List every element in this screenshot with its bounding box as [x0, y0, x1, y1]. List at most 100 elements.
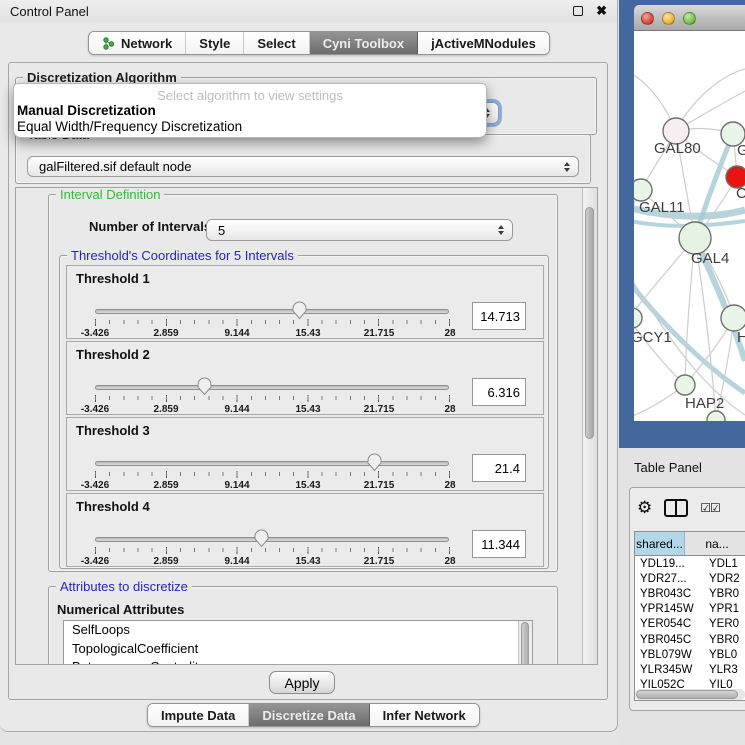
tick-label: 28 [444, 404, 455, 415]
tab-label: Style [199, 36, 230, 51]
network-node[interactable] [634, 308, 642, 328]
cell-name: YBR0 [705, 588, 739, 600]
tick-label: 28 [444, 480, 455, 491]
threshold-slider[interactable]: -3.426 2.859 9.144 15.43 21.715 28 [95, 385, 449, 390]
slider-thumb[interactable] [366, 453, 383, 472]
number-of-intervals-combobox[interactable]: 5 [206, 219, 513, 241]
threshold-slider[interactable]: -3.426 2.859 9.144 15.43 21.715 28 [95, 461, 449, 466]
tab-select[interactable]: Select [244, 32, 309, 54]
tick-label: 9.144 [224, 328, 249, 339]
threshold-value-field[interactable]: 21.4 [472, 454, 526, 482]
table-row[interactable]: YDL19... YDL1 [635, 556, 745, 571]
attributes-list-scrollbar[interactable] [518, 621, 532, 665]
slider-thumb[interactable] [196, 377, 213, 396]
select-columns-checkboxes-icon[interactable]: ☑☑ [700, 501, 720, 515]
tab-discretize-data[interactable]: Discretize Data [249, 704, 369, 726]
table-data-combobox[interactable]: galFiltered.sif default node [27, 156, 579, 177]
attribute-list-item[interactable]: BetweennessCentrality [64, 658, 532, 665]
table-body: YDL19... YDL1 YDR27... YDR2 YBR043C YBR0… [635, 556, 745, 693]
tick-label: 2.859 [153, 404, 178, 415]
minimize-traffic-light-icon[interactable] [662, 12, 675, 25]
columns-icon[interactable] [664, 499, 688, 517]
cell-shared-name: YPR145W [635, 603, 705, 615]
settings-vertical-scrollbar[interactable] [582, 188, 597, 664]
slider-tick-labels: -3.426 2.859 9.144 15.43 21.715 28 [95, 404, 450, 415]
cyni-toolbox-panel: Discretization Algorithm Select algorith… [8, 62, 608, 700]
slider-track[interactable] [95, 309, 449, 314]
thresholds-group: Threshold's Coordinates for 5 Intervals … [59, 255, 549, 569]
threshold-label: Threshold 3 [76, 423, 150, 438]
tab-impute-data[interactable]: Impute Data [148, 704, 249, 726]
interval-definition-group: Interval Definition Number of Intervals … [48, 194, 558, 572]
table-panel-title: Table Panel [634, 460, 702, 475]
table-row[interactable]: YBR045C YBR0 [635, 632, 745, 647]
table-horizontal-scrollbar[interactable] [635, 689, 745, 700]
close-traffic-light-icon[interactable] [641, 12, 654, 25]
column-header-name[interactable]: na... [685, 532, 745, 555]
network-node[interactable] [721, 305, 745, 331]
table-row[interactable]: YPR145W YPR1 [635, 602, 745, 617]
threshold-slider[interactable]: -3.426 2.859 9.144 15.43 21.715 28 [95, 309, 449, 314]
slider-track[interactable] [95, 461, 449, 466]
attribute-list-item[interactable]: SelfLoops [64, 621, 532, 640]
slider-thumb[interactable] [253, 529, 270, 548]
cell-shared-name: YDR27... [635, 573, 705, 585]
slider-minor-ticks [95, 548, 450, 552]
cell-shared-name: YDL19... [635, 558, 705, 570]
threshold-value-field[interactable]: 6.316 [472, 378, 526, 406]
attribute-list-item[interactable]: TopologicalCoefficient [64, 640, 532, 659]
network-node[interactable] [634, 179, 652, 201]
threshold-slider[interactable]: -3.426 2.859 9.144 15.43 21.715 28 [95, 537, 449, 542]
threshold-panel: Threshold 4 -3.426 [66, 493, 544, 567]
tab-cyni-toolbox[interactable]: Cyni Toolbox [310, 32, 418, 54]
network-node-label: GAL11 [639, 199, 685, 216]
network-canvas[interactable]: GAL80GACGAL11GAL4GCY1HHAP2 [634, 31, 745, 421]
tab-jactivemnodules[interactable]: jActiveMNodules [418, 32, 549, 54]
table-row[interactable]: YBL079W YBL0 [635, 647, 745, 662]
column-header-shared[interactable]: shared... [635, 532, 685, 555]
float-window-icon[interactable] [573, 6, 583, 16]
apply-button[interactable]: Apply [269, 671, 335, 694]
popup-item-equal-width-frequency[interactable]: Equal Width/Frequency Discretization [14, 119, 486, 135]
table-row[interactable]: YLR345W YLR3 [635, 662, 745, 677]
slider-thumb[interactable] [291, 301, 308, 320]
threshold-value-field[interactable]: 14.713 [472, 302, 526, 330]
table-row[interactable]: YDR27... YDR2 [635, 571, 745, 586]
network-node[interactable] [675, 375, 695, 395]
tick-label: 15.43 [295, 328, 320, 339]
tab-label: Select [257, 36, 295, 51]
slider-track[interactable] [95, 385, 449, 390]
tab-label: Discretize Data [262, 708, 355, 723]
algorithm-dropdown-popup: Select algorithm to view settings Manual… [13, 83, 487, 138]
close-icon[interactable]: ✖ [596, 6, 607, 16]
slider-minor-ticks [95, 396, 450, 400]
table-row[interactable]: YBR043C YBR0 [635, 586, 745, 601]
tab-network[interactable]: Network [89, 32, 186, 54]
popup-hint: Select algorithm to view settings [14, 84, 486, 103]
threshold-panel: Threshold 3 -3.426 [66, 417, 544, 491]
slider-minor-ticks [95, 472, 450, 476]
cell-name: YBR0 [705, 634, 739, 646]
network-node-label: HAP2 [685, 395, 724, 412]
table-panel-titlebar: Table Panel [622, 453, 745, 481]
tab-infer-network[interactable]: Infer Network [370, 704, 479, 726]
control-panel-titlebar: Control Panel ✖ [0, 0, 617, 22]
network-node[interactable] [707, 411, 725, 421]
popup-item-manual-discretization[interactable]: Manual Discretization [14, 103, 486, 119]
tab-label: Infer Network [383, 708, 466, 723]
number-of-intervals-value: 5 [218, 223, 225, 238]
threshold-value-field[interactable]: 11.344 [472, 530, 526, 558]
slider-track[interactable] [95, 537, 449, 542]
zoom-traffic-light-icon[interactable] [683, 12, 696, 25]
threshold-panel: Threshold 1 -3.426 [66, 265, 544, 339]
tick-label: 9.144 [224, 480, 249, 491]
tab-style[interactable]: Style [186, 32, 244, 54]
attributes-group: Attributes to discretize Numerical Attri… [48, 586, 558, 665]
gear-icon[interactable]: ⚙ [637, 499, 652, 517]
cell-shared-name: YLR345W [635, 664, 705, 676]
tick-label: 9.144 [224, 404, 249, 415]
tick-label: 2.859 [153, 556, 178, 567]
cell-name: YDL1 [705, 558, 738, 570]
table-row[interactable]: YER054C YER0 [635, 617, 745, 632]
tab-label: Network [121, 36, 172, 51]
